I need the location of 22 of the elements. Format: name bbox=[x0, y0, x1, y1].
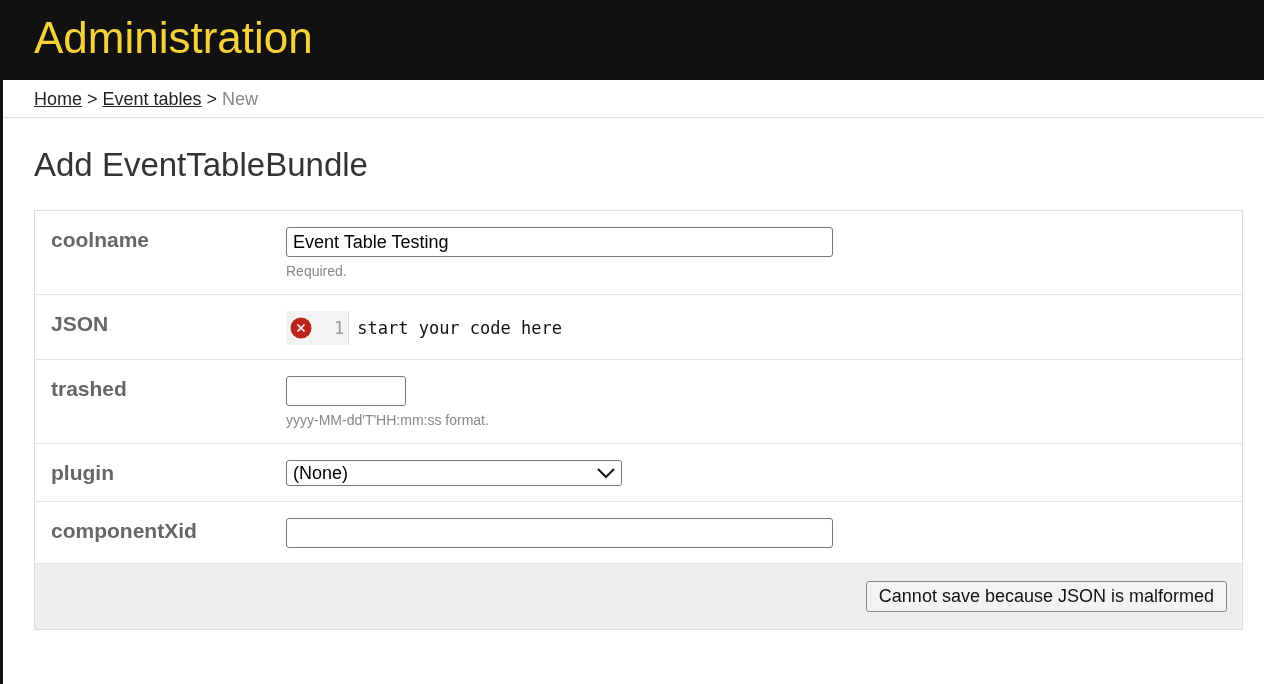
field-label: trashed bbox=[51, 376, 128, 402]
input-field[interactable] bbox=[286, 376, 406, 406]
field-label: JSON bbox=[51, 311, 110, 337]
breadcrumb-link[interactable]: Event tables bbox=[102, 89, 202, 110]
line-number: 1 bbox=[334, 318, 345, 338]
field-label: componentXid bbox=[51, 518, 198, 544]
help-text: Required. bbox=[286, 263, 347, 279]
input-field[interactable]: Event Table Testing bbox=[286, 227, 833, 257]
page-heading: Add EventTableBundle bbox=[34, 146, 368, 184]
code-editor[interactable]: start your code here bbox=[349, 318, 562, 338]
breadcrumb-link[interactable]: Home bbox=[34, 89, 82, 110]
chevron-down-icon bbox=[597, 467, 615, 479]
breadcrumb-current: New bbox=[222, 89, 259, 110]
breadcrumb-separator: > bbox=[206, 89, 218, 110]
save-button[interactable]: Cannot save because JSON is malformed bbox=[865, 581, 1227, 612]
breadcrumb-separator: > bbox=[87, 89, 98, 110]
input-field[interactable] bbox=[286, 518, 833, 548]
help-text: yyyy-MM-dd'T'HH:mm:ss format. bbox=[286, 412, 489, 428]
site-title: Administration bbox=[34, 12, 313, 64]
field-label: coolname bbox=[51, 227, 151, 253]
field-label: plugin bbox=[51, 460, 115, 486]
plugin-dropdown[interactable]: (None) bbox=[286, 460, 622, 486]
